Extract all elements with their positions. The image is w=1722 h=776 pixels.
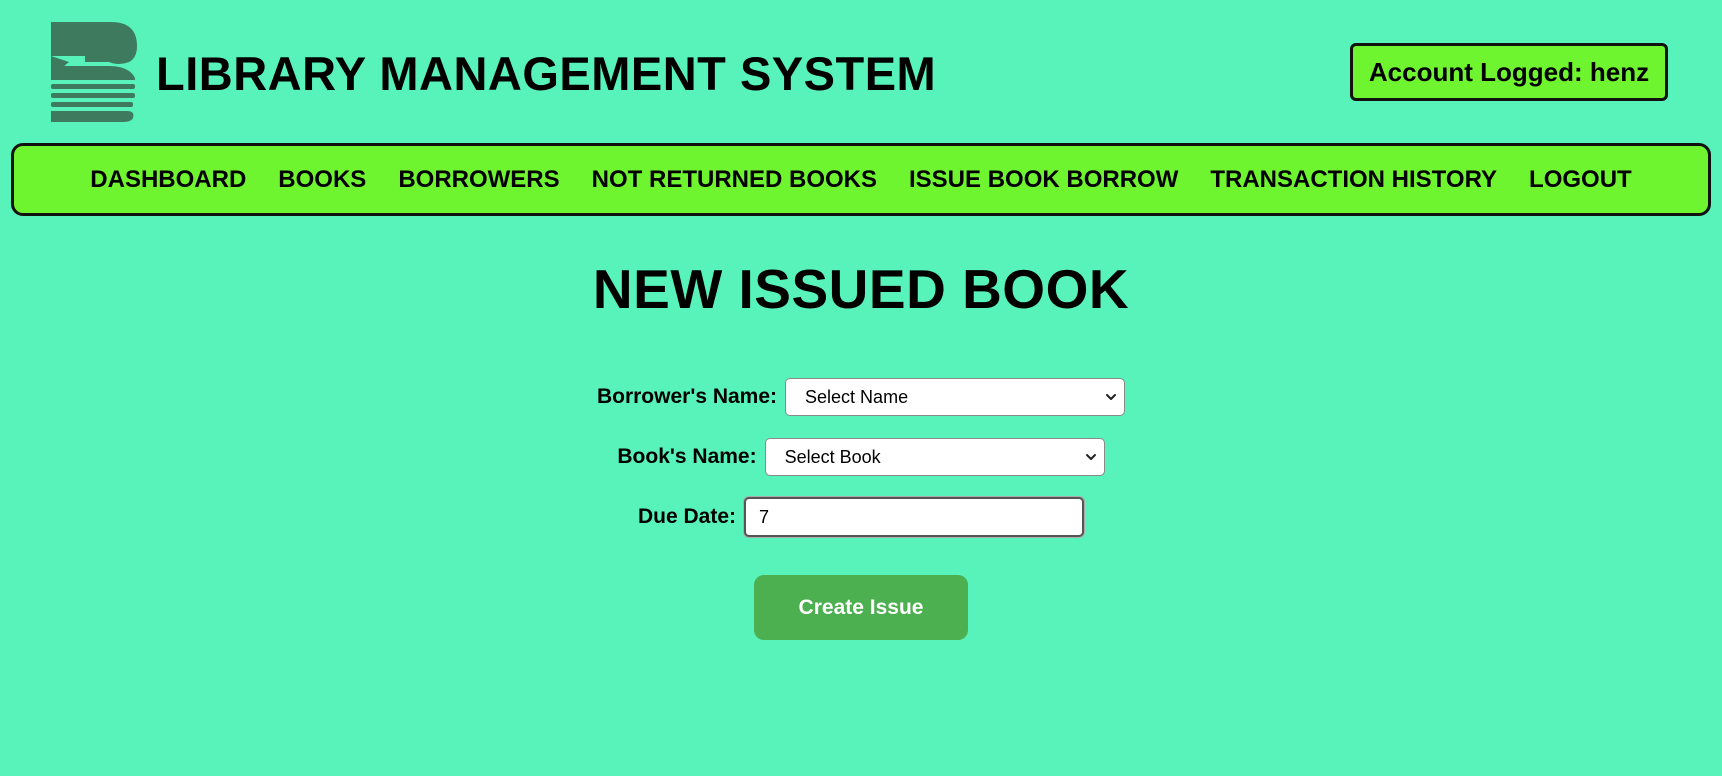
page-title: NEW ISSUED BOOK [592, 258, 1130, 320]
nav-item-transaction-history[interactable]: TRANSACTION HISTORY [1210, 166, 1497, 194]
book-stack-logo-icon [51, 22, 137, 122]
nav-item-borrowers[interactable]: BORROWERS [398, 166, 559, 194]
nav-item-not-returned-books[interactable]: NOT RETURNED BOOKS [592, 166, 877, 194]
book-name-select[interactable]: Select Book [764, 438, 1105, 476]
nav-item-logout[interactable]: LOGOUT [1529, 166, 1632, 194]
nav-item-issue-book-borrow[interactable]: ISSUE BOOK BORROW [909, 166, 1178, 194]
nav-item-books[interactable]: BOOKS [278, 166, 366, 194]
borrower-name-select[interactable]: Select Name [785, 378, 1126, 416]
borrower-name-label: Borrower's Name: [596, 385, 778, 408]
book-name-label: Book's Name: [617, 445, 757, 468]
create-issue-button[interactable]: Create Issue [754, 575, 968, 640]
borrower-name-selected-value: Select Name [805, 386, 909, 407]
due-date-row: Due Date: 7 [0, 497, 1722, 537]
app-title: LIBRARY MANAGEMENT SYSTEM [156, 47, 937, 100]
account-status-badge: Account Logged: henz [1350, 43, 1668, 101]
borrower-row: Borrower's Name: Select Name [0, 378, 1722, 416]
chevron-down-icon [1106, 394, 1117, 400]
book-row: Book's Name: Select Book [0, 438, 1722, 476]
main-navbar: DASHBOARD BOOKS BORROWERS NOT RETURNED B… [11, 143, 1711, 216]
chevron-down-icon [1085, 454, 1096, 460]
header: LIBRARY MANAGEMENT SYSTEM Account Logged… [0, 0, 1722, 140]
due-date-label: Due Date: [637, 505, 737, 528]
due-date-input[interactable]: 7 [744, 497, 1085, 537]
book-name-selected-value: Select Book [784, 446, 881, 467]
nav-item-dashboard[interactable]: DASHBOARD [90, 166, 246, 194]
